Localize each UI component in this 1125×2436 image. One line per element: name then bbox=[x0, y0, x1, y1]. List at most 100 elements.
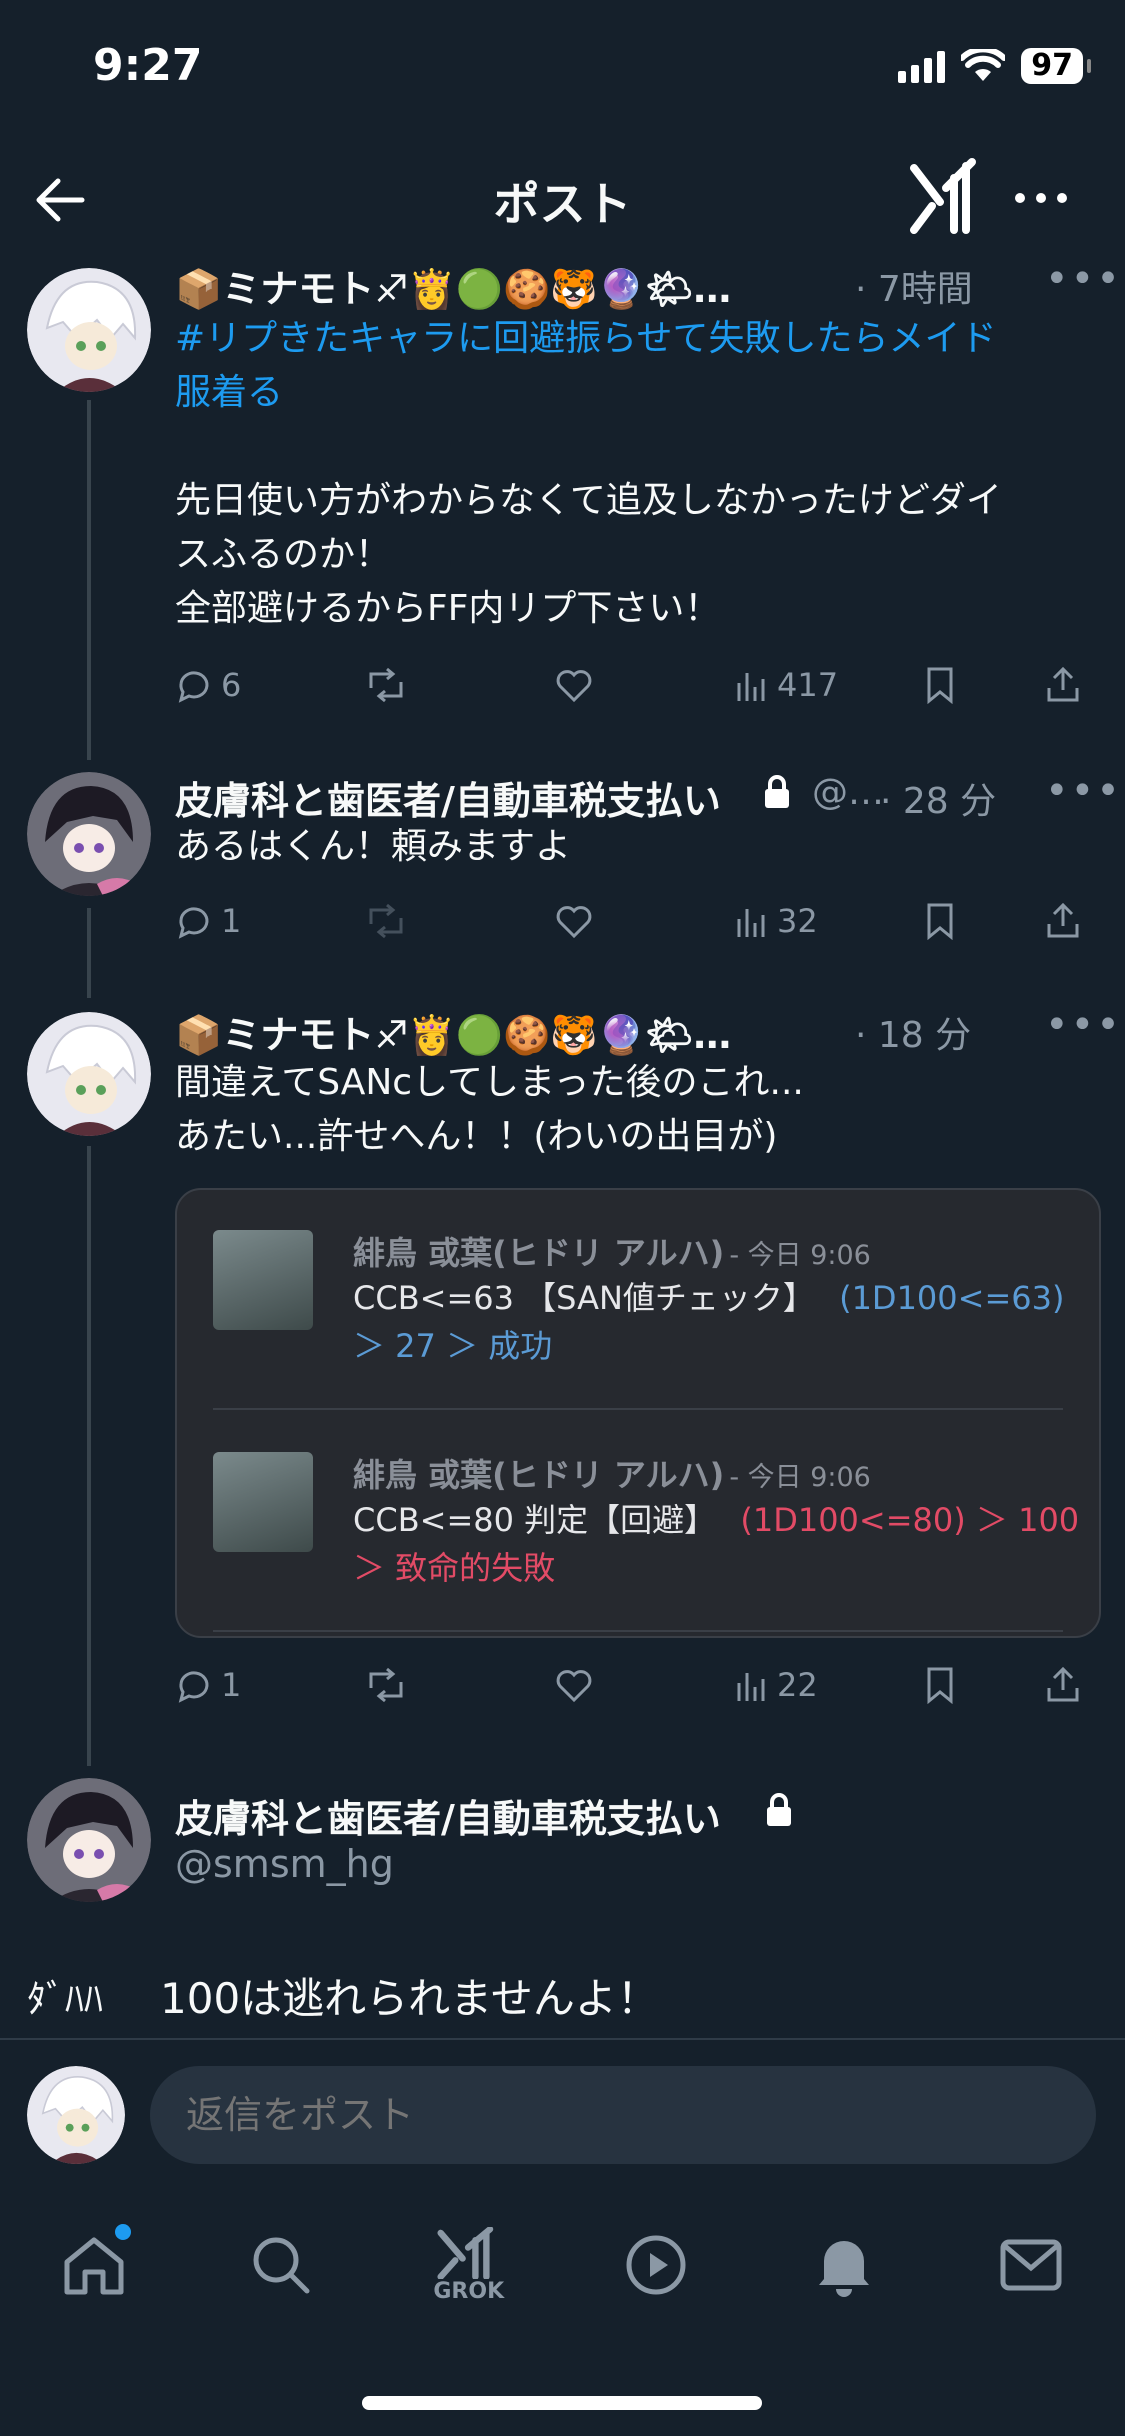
cellular-signal-icon bbox=[898, 49, 946, 83]
reply-text-prefix: ﾀﾞﾊﾊ bbox=[27, 1977, 104, 2021]
grok-logo-icon[interactable] bbox=[910, 158, 980, 234]
heart-icon bbox=[556, 670, 592, 703]
post-actions: 1 22 bbox=[175, 1660, 1095, 1710]
my-avatar[interactable] bbox=[27, 2066, 125, 2164]
reply-button[interactable]: 1 bbox=[175, 902, 365, 940]
thread-line bbox=[87, 908, 91, 998]
reply-text: 100は逃れられませんよ！ bbox=[160, 1974, 659, 2023]
home-icon bbox=[64, 2237, 124, 2295]
message-time: - 今日 9:06 bbox=[729, 1240, 871, 1271]
character-avatar bbox=[213, 1230, 313, 1330]
bookmark-icon bbox=[927, 667, 953, 704]
heart-icon bbox=[556, 906, 592, 939]
bookmark-icon bbox=[927, 903, 953, 940]
bookmark-icon bbox=[927, 1667, 953, 1704]
like-button[interactable] bbox=[555, 667, 735, 703]
status-icons: 97 bbox=[898, 48, 1091, 84]
post-text: あたい...許せへん！！(わいの出目が) bbox=[175, 1116, 778, 1157]
bookmark-button[interactable] bbox=[925, 902, 1045, 940]
message-divider bbox=[213, 1630, 1063, 1632]
view-count: 32 bbox=[777, 902, 818, 940]
post-more-icon[interactable]: ••• bbox=[1045, 1002, 1122, 1048]
like-button[interactable] bbox=[555, 903, 735, 939]
reply-icon bbox=[178, 907, 209, 939]
character-name: 緋鳥 或葉(ヒドリ アルハ) bbox=[353, 1234, 725, 1272]
dice-roll-line: CCB<=80 判定【回避】 (1D100<=80) ＞ 100 bbox=[353, 1501, 1080, 1539]
share-button[interactable] bbox=[1045, 666, 1081, 704]
grok-icon bbox=[437, 2226, 493, 2279]
post-time: · 28 分 bbox=[880, 781, 997, 822]
dice-roll-result: ＞ 27 ＞ 成功 bbox=[353, 1327, 553, 1365]
composer-divider bbox=[0, 2038, 1125, 2040]
reply-icon bbox=[178, 1671, 209, 1703]
tab-video[interactable] bbox=[611, 2220, 701, 2310]
post-text: スふるのか！ bbox=[175, 534, 392, 575]
repost-button[interactable] bbox=[365, 1666, 555, 1704]
views-icon bbox=[737, 1673, 765, 1701]
author-handle[interactable]: @smsm_hg bbox=[175, 1842, 394, 1886]
status-time: 9:27 bbox=[93, 40, 203, 91]
tab-notifications[interactable] bbox=[799, 2220, 889, 2310]
author-name[interactable]: 📦ミナモト♐👸🟢🍪🐯🔮🌤… bbox=[175, 258, 731, 313]
views-button[interactable]: 22 bbox=[735, 1666, 925, 1704]
share-button[interactable] bbox=[1045, 1666, 1081, 1704]
author-name[interactable]: 皮膚科と歯医者/自動車税支払い bbox=[175, 1788, 721, 1843]
repost-icon bbox=[369, 1667, 403, 1703]
author-name[interactable]: 皮膚科と歯医者/自動車税支払い bbox=[175, 770, 721, 825]
hashtag-link[interactable]: #リプきたキャラに回避振らせて失敗したらメイド bbox=[175, 312, 996, 366]
tab-home[interactable] bbox=[49, 2220, 139, 2310]
views-button[interactable]: 32 bbox=[735, 902, 925, 940]
home-indicator bbox=[362, 2396, 762, 2410]
tab-messages[interactable] bbox=[986, 2220, 1076, 2310]
battery-indicator: 97 bbox=[1021, 48, 1091, 84]
reply-button[interactable]: 6 bbox=[175, 666, 365, 704]
reply-count: 1 bbox=[221, 902, 242, 940]
reply-icon bbox=[178, 671, 209, 703]
search-icon bbox=[253, 2237, 310, 2294]
bookmark-button[interactable] bbox=[925, 1666, 1045, 1704]
post-text: 間違えてSANcしてしまった後のこれ... bbox=[175, 1062, 804, 1103]
avatar[interactable] bbox=[27, 1778, 151, 1902]
thread-line bbox=[87, 1146, 91, 1766]
mail-icon bbox=[1000, 2239, 1062, 2291]
share-icon bbox=[1047, 1666, 1079, 1702]
message-header: 緋鳥 或葉(ヒドリ アルハ) - 今日 9:06 bbox=[353, 1450, 871, 1496]
views-button[interactable]: 417 bbox=[735, 666, 925, 704]
repost-button-disabled bbox=[365, 902, 555, 940]
views-icon bbox=[737, 673, 765, 701]
post-text: あるはくん！頼みますよ bbox=[175, 826, 572, 867]
protected-lock-icon bbox=[765, 775, 789, 808]
repost-icon bbox=[369, 903, 403, 939]
post-more-icon[interactable]: ••• bbox=[1045, 256, 1122, 302]
bell-icon bbox=[818, 2241, 869, 2297]
avatar[interactable] bbox=[27, 268, 151, 392]
post-more-icon[interactable]: ••• bbox=[1045, 768, 1122, 814]
avatar[interactable] bbox=[27, 1012, 151, 1136]
hashtag-link-cont[interactable]: 服着る bbox=[175, 366, 283, 420]
share-button[interactable] bbox=[1045, 902, 1081, 940]
reply-count: 6 bbox=[221, 666, 242, 704]
bookmark-button[interactable] bbox=[925, 666, 1045, 704]
reply-button[interactable]: 1 bbox=[175, 1666, 365, 1704]
notification-dot bbox=[114, 2224, 131, 2240]
author-handle[interactable]: @… bbox=[812, 772, 884, 813]
character-avatar bbox=[213, 1452, 313, 1552]
post-text: 全部避けるからFF内リプ下さい！ bbox=[175, 588, 721, 629]
character-name: 緋鳥 或葉(ヒドリ アルハ) bbox=[353, 1456, 725, 1494]
share-icon bbox=[1047, 902, 1079, 938]
avatar[interactable] bbox=[27, 772, 151, 896]
like-button[interactable] bbox=[555, 1667, 735, 1703]
author-name[interactable]: 📦ミナモト♐👸🟢🍪🐯🔮🌤… bbox=[175, 1004, 731, 1059]
play-icon bbox=[626, 2235, 686, 2295]
tab-grok[interactable]: GROK bbox=[424, 2220, 514, 2310]
thread-line bbox=[87, 400, 91, 760]
attached-image[interactable]: 緋鳥 或葉(ヒドリ アルハ) - 今日 9:06 CCB<=63 【SAN値チェ… bbox=[175, 1188, 1101, 1638]
post-actions: 6 417 bbox=[175, 660, 1095, 710]
more-options-icon[interactable] bbox=[1012, 172, 1070, 224]
views-icon bbox=[737, 909, 765, 937]
reply-input[interactable] bbox=[150, 2066, 1096, 2164]
tab-search[interactable] bbox=[236, 2220, 326, 2310]
message-time: - 今日 9:06 bbox=[729, 1462, 871, 1493]
message-divider bbox=[213, 1408, 1063, 1410]
repost-button[interactable] bbox=[365, 666, 555, 704]
